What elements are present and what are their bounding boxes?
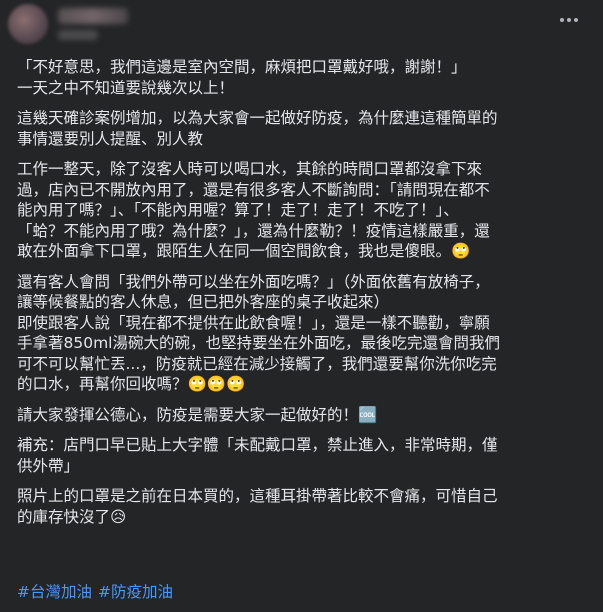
post-text-line: 手拿著850ml湯碗大的碗，也堅持要坐在外面吃，最後吃完還會問我們: [17, 334, 500, 352]
post-text-line: 供外帶」: [17, 456, 80, 475]
post-paragraph: 照片上的口罩是之前在日本買的，這種耳掛帶著比較不會痛，可惜自己 的庫存快沒了😥: [17, 486, 587, 527]
post-text-line: 一天之中不知道要說幾次以上！: [17, 78, 235, 97]
post-paragraph: 工作一整天，除了沒客人時可以喝口水，其餘的時間口罩都沒拿下來 過，店內已不開放內用…: [17, 159, 587, 262]
post-text-line: 事情還要別人提醒、別人教: [17, 129, 204, 148]
post-text-line: 過，店內已不開放內用了，還是有很多客人不斷詢問：「請問現在都不: [17, 180, 490, 199]
hashtag-link[interactable]: #防疫加油: [98, 583, 173, 601]
post-paragraph: 「不好意思，我們這邊是室內空間，麻煩把口罩戴好哦，謝謝！」 一天之中不知道要說幾次…: [17, 57, 587, 98]
facebook-post: 「不好意思，我們這邊是室內空間，麻煩把口罩戴好哦，謝謝！」 一天之中不知道要說幾次…: [0, 0, 603, 612]
avatar[interactable]: [8, 4, 48, 44]
more-horizontal-icon: [560, 18, 564, 22]
hashtag-link[interactable]: #台灣加油: [17, 583, 92, 601]
post-text-line: 讓等候餐點的客人休息，但已把外客座的桌子收起來）: [17, 293, 390, 311]
post-header: [0, 0, 603, 56]
post-text-line: 的口水，再幫你回收嗎？🙄🙄🙄: [17, 375, 246, 393]
post-text-line: 可不可以幫忙丟...，防疫就已經在減少接觸了，我們還要幫你洗你吃完: [17, 354, 497, 373]
post-text-line: 能內用了嗎？」、「不能內用喔？算了！走了！走了！不吃了！」、: [17, 201, 459, 219]
post-text-line: 「不好意思，我們這邊是室內空間，麻煩把口罩戴好哦，謝謝！」: [17, 58, 467, 76]
more-options-button[interactable]: [555, 10, 583, 30]
author-name-blurred[interactable]: [58, 8, 128, 24]
post-paragraph: 還有客人會問「我們外帶可以坐在外面吃嗎？」（外面依舊有放椅子， 讓等候餐點的客人休…: [17, 272, 587, 395]
post-body: 「不好意思，我們這邊是室內空間，麻煩把口罩戴好哦，謝謝！」 一天之中不知道要說幾次…: [17, 57, 587, 537]
post-text-line: 還有客人會問「我們外帶可以坐在外面吃嗎？」（外面依舊有放椅子，: [17, 272, 490, 291]
post-text-line: 這幾天確診案例增加，以為大家會一起做好防疫，為什麼連這種簡單的: [17, 109, 498, 127]
post-paragraph: 請大家發揮公德心，防疫是需要大家一起做好的！🆒: [17, 405, 587, 426]
post-text-line: 即使跟客人說「現在都不提供在此飲食喔！」，還是一樣不聽勸，寧願: [17, 313, 490, 332]
post-text-line: 工作一整天，除了沒客人時可以喝口水，其餘的時間口罩都沒拿下來: [17, 160, 483, 178]
post-text-line: 照片上的口罩是之前在日本買的，這種耳掛帶著比較不會痛，可惜自己: [17, 487, 498, 505]
post-paragraph: 這幾天確診案例增加，以為大家會一起做好防疫，為什麼連這種簡單的 事情還要別人提醒、…: [17, 108, 587, 149]
post-text-line: 「蛤？不能內用了哦？為什麼？」，還為什麼勒？！疫情這樣嚴重，還: [17, 221, 490, 240]
hashtag-row: #台灣加油 #防疫加油: [17, 582, 179, 602]
post-paragraph: 補充：店門口早已貼上大字體「未配戴口罩，禁止進入，非常時期，僅 供外帶」: [17, 435, 587, 476]
post-text-line: 敢在外面拿下口罩，跟陌生人在同一個空間飲食，我也是傻眼。🙄: [17, 242, 471, 260]
post-text-line: 請大家發揮公德心，防疫是需要大家一起做好的！🆒: [17, 405, 378, 424]
more-horizontal-icon: [567, 18, 571, 22]
post-text-line: 補充：店門口早已貼上大字體「未配戴口罩，禁止進入，非常時期，僅: [17, 436, 498, 454]
more-horizontal-icon: [574, 18, 578, 22]
post-text-line: 的庫存快沒了😥: [17, 507, 127, 526]
post-meta-blurred: [58, 30, 98, 40]
